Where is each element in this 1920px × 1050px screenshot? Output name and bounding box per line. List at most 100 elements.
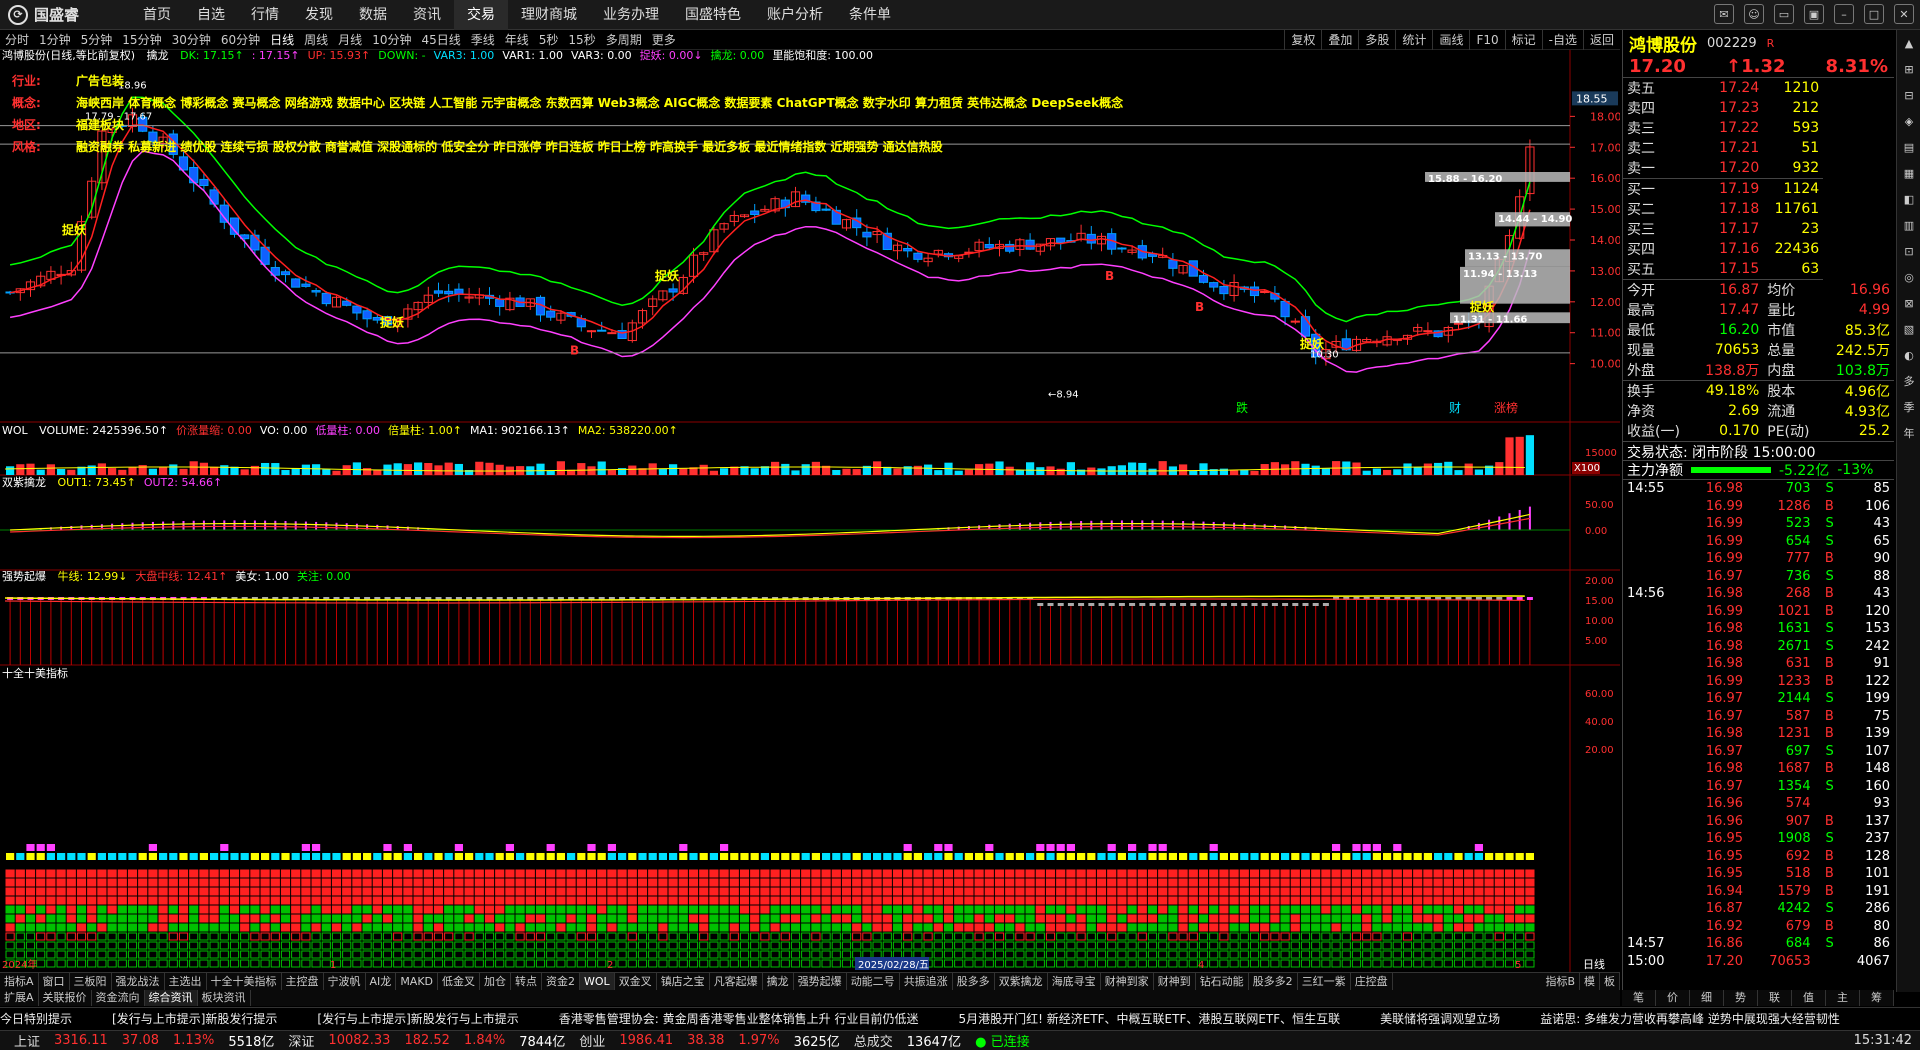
- info-tab[interactable]: 扩展A: [0, 990, 39, 1006]
- news-ticker[interactable]: 今日特别提示 [发行与上市提示]新股发行提示 [发行与上市提示]新股发行与上市提示 香…: [0, 1007, 1920, 1029]
- info-tab[interactable]: 关联报价: [39, 990, 92, 1006]
- info-tab[interactable]: 综合资讯: [144, 990, 198, 1006]
- sidebar-word[interactable]: 多: [1897, 368, 1920, 394]
- chart-tool-button[interactable]: 画线: [1432, 30, 1469, 50]
- minimize-icon[interactable]: –: [1834, 4, 1854, 24]
- chart-tool-button[interactable]: 返回: [1582, 30, 1620, 50]
- info-tab[interactable]: 资金流向: [92, 990, 145, 1006]
- period-tab[interactable]: 30分钟: [167, 31, 216, 48]
- indicator-tab-right[interactable]: 模: [1580, 973, 1600, 990]
- chart-tool-button[interactable]: 复权: [1284, 30, 1321, 50]
- maximize-icon[interactable]: □: [1864, 4, 1884, 24]
- quote-tab[interactable]: 价: [1656, 990, 1690, 1006]
- chart-tool-button[interactable]: 叠加: [1321, 30, 1358, 50]
- indicator-tab[interactable]: 凡客起爆: [710, 973, 763, 990]
- indicator-tab[interactable]: 庄控盘: [1351, 973, 1393, 990]
- indicator-tab[interactable]: 动能二号: [847, 973, 900, 990]
- sidebar-up-icon[interactable]: ▲: [1897, 30, 1920, 56]
- sidebar-tool-icon[interactable]: ⊠: [1897, 290, 1920, 316]
- period-tab[interactable]: 45日线: [416, 31, 465, 48]
- quote-tab[interactable]: 势: [1724, 990, 1758, 1006]
- ticker-item[interactable]: [发行与上市提示]新股发行与上市提示: [317, 1010, 518, 1027]
- indicator-tab[interactable]: 双紫擒龙: [995, 973, 1048, 990]
- indicator-tab[interactable]: 双金叉: [615, 973, 657, 990]
- indicator-tab[interactable]: 强龙战法: [112, 973, 165, 990]
- sidebar-tool-icon[interactable]: ▥: [1897, 212, 1920, 238]
- period-tab[interactable]: 更多: [647, 31, 681, 48]
- indicator-tab[interactable]: 加仓: [480, 973, 512, 990]
- indicator-tab-right[interactable]: 指标B: [1541, 973, 1580, 990]
- period-tab[interactable]: 5分钟: [76, 31, 118, 48]
- indicator-tab[interactable]: WOL: [580, 973, 615, 990]
- chart-tool-button[interactable]: -自选: [1541, 30, 1583, 50]
- sidebar-word[interactable]: 年: [1897, 420, 1920, 446]
- ticker-item[interactable]: 益诺思: 多维发力营收再攀高峰 逆势中展现强大经营韧性: [1540, 1010, 1840, 1027]
- menu-item[interactable]: 条件单: [836, 0, 904, 30]
- skin-icon[interactable]: ▣: [1804, 4, 1824, 24]
- mail-icon[interactable]: ▭: [1774, 4, 1794, 24]
- indicator-tab[interactable]: 低金叉: [438, 973, 481, 990]
- sidebar-tool-icon[interactable]: ◐: [1897, 342, 1920, 368]
- sidebar-tool-icon[interactable]: ⊟: [1897, 82, 1920, 108]
- menu-item[interactable]: 账户分析: [754, 0, 836, 30]
- indicator-tab[interactable]: 十全十美指标: [207, 973, 282, 990]
- indicator-tab[interactable]: 强势起爆: [794, 973, 847, 990]
- chart-tool-button[interactable]: 统计: [1395, 30, 1432, 50]
- menu-item[interactable]: 行情: [238, 0, 292, 30]
- indicator-tab[interactable]: 共振追涨: [900, 973, 953, 990]
- indicator-tab[interactable]: 镇店之宝: [657, 973, 710, 990]
- chart-canvas[interactable]: 18.5518.0017.0016.0015.0014.0013.0012.00…: [0, 50, 1620, 972]
- period-tab[interactable]: 1分钟: [34, 31, 76, 48]
- indicator-tab[interactable]: 擒龙: [763, 973, 794, 990]
- sidebar-tool-icon[interactable]: ▧: [1897, 316, 1920, 342]
- sidebar-tool-icon[interactable]: ◧: [1897, 186, 1920, 212]
- ticker-item[interactable]: 美联储将强调观望立场: [1380, 1010, 1500, 1027]
- quote-tab[interactable]: 值: [1792, 990, 1826, 1006]
- info-tab[interactable]: 板块资讯: [198, 990, 251, 1006]
- message-icon[interactable]: ✉: [1714, 4, 1734, 24]
- ticker-item[interactable]: 5月港股开门红! 新经济ETF、中概互联ETF、港股互联网ETF、恒生互联: [958, 1010, 1340, 1027]
- menu-item[interactable]: 数据: [346, 0, 400, 30]
- indicator-tab[interactable]: 主控盘: [282, 973, 324, 990]
- indicator-tab[interactable]: AI龙: [366, 973, 397, 990]
- indicator-tab[interactable]: 资金2: [542, 973, 581, 990]
- period-tab[interactable]: 季线: [466, 31, 500, 48]
- sidebar-tool-icon[interactable]: ▦: [1897, 160, 1920, 186]
- period-tab[interactable]: 多周期: [601, 31, 647, 48]
- quote-tab[interactable]: 主: [1826, 990, 1860, 1006]
- indicator-tab[interactable]: 海底寻宝: [1048, 973, 1101, 990]
- indicator-tab[interactable]: MAKD: [396, 973, 439, 990]
- quote-tab[interactable]: 筹: [1860, 990, 1894, 1006]
- chart-tool-button[interactable]: 标记: [1504, 30, 1542, 50]
- indicator-tab[interactable]: 财神到家: [1101, 973, 1154, 990]
- sidebar-word[interactable]: 季: [1897, 394, 1920, 420]
- quote-tab[interactable]: 笔: [1622, 990, 1656, 1006]
- ticker-item[interactable]: [发行与上市提示]新股发行提示: [112, 1010, 277, 1027]
- chart-tool-button[interactable]: 多股: [1358, 30, 1395, 50]
- sidebar-tool-icon[interactable]: ⊡: [1897, 238, 1920, 264]
- user-icon[interactable]: ☺: [1744, 4, 1764, 24]
- indicator-tab[interactable]: 指标A: [0, 973, 39, 990]
- tick-list[interactable]: 14:55 16.98 703 S 85 16.99 1286 B 106 16.99 523 S 43…: [1623, 480, 1894, 970]
- period-tab[interactable]: 分时: [0, 31, 34, 48]
- sidebar-tool-icon[interactable]: ◈: [1897, 108, 1920, 134]
- quote-tab[interactable]: 联: [1758, 990, 1792, 1006]
- indicator-tab[interactable]: 股多多: [953, 973, 995, 990]
- period-tab[interactable]: 月线: [333, 31, 367, 48]
- period-tab[interactable]: 5秒: [534, 31, 564, 48]
- indicator-tab[interactable]: 主选出: [165, 973, 207, 990]
- menu-item[interactable]: 业务办理: [590, 0, 672, 30]
- chart-area[interactable]: 18.55 18.00 17.00 16.00 15.00 14.00 13.00 12.00…: [0, 49, 1620, 972]
- ticker-item[interactable]: 今日特别提示: [0, 1010, 72, 1027]
- ticker-item[interactable]: 香港零售管理协会: 黄金周香港零售业整体销售上升 行业目前仍低迷: [559, 1010, 919, 1027]
- indicator-tab[interactable]: 三红一紫: [1298, 973, 1351, 990]
- sidebar-tool-icon[interactable]: ⊞: [1897, 56, 1920, 82]
- indicator-tab[interactable]: 窗口: [39, 973, 70, 990]
- period-tab[interactable]: 年线: [500, 31, 534, 48]
- period-tab[interactable]: 日线: [265, 31, 299, 48]
- period-tab[interactable]: 60分钟: [216, 31, 265, 48]
- indicator-tab[interactable]: 转点: [511, 973, 543, 990]
- close-icon[interactable]: ✕: [1894, 4, 1914, 24]
- period-tab[interactable]: 15分钟: [117, 31, 166, 48]
- indicator-tab[interactable]: 宁波帆: [324, 973, 366, 990]
